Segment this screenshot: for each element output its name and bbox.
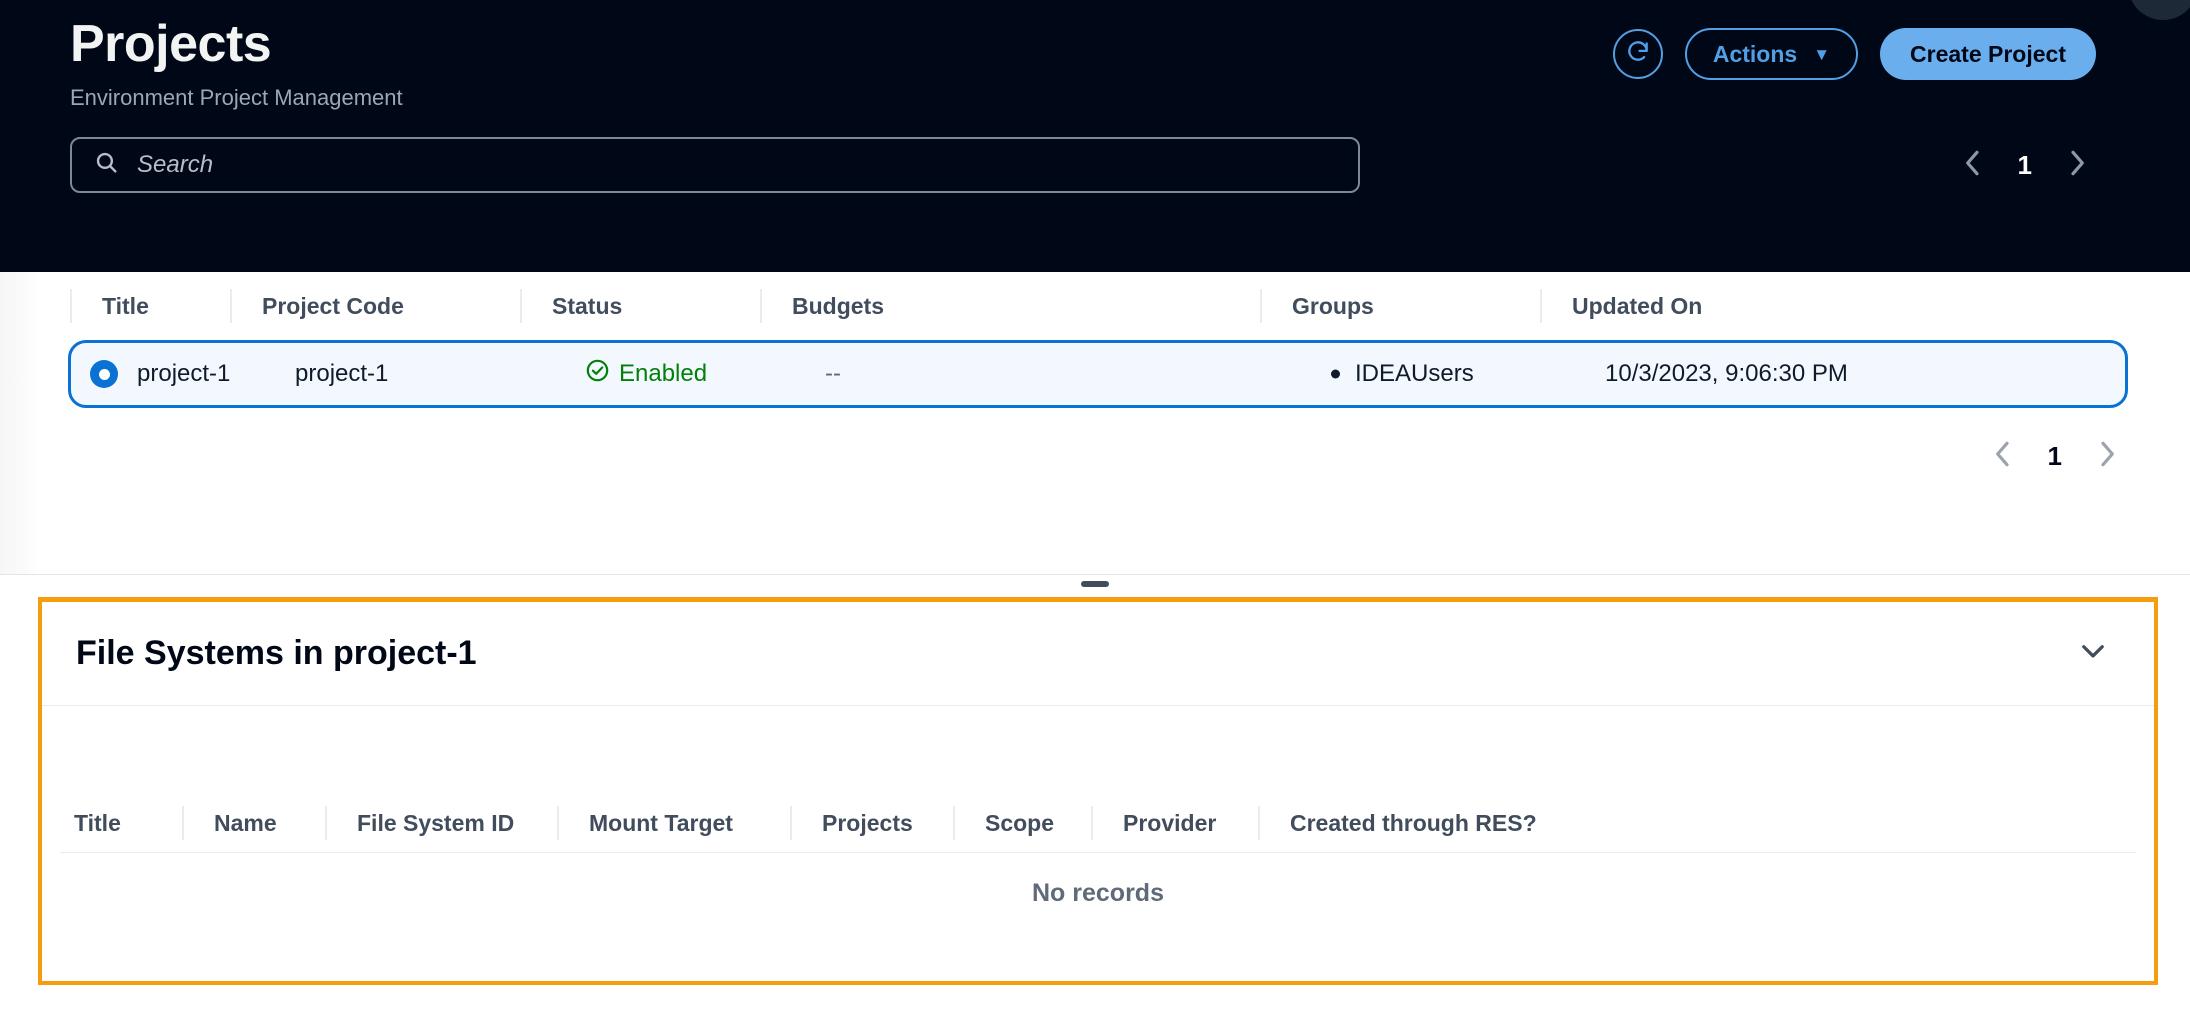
pagination-bottom: 1: [1988, 436, 2126, 476]
column-header-updated-on[interactable]: Updated On: [1540, 293, 1840, 320]
radio-selected-icon: [90, 360, 118, 388]
column-header-fs-projects[interactable]: Projects: [790, 810, 953, 837]
pagination-page-number-bottom[interactable]: 1: [2048, 441, 2062, 472]
search-box[interactable]: [70, 137, 1360, 194]
table-left-gutter: [0, 272, 38, 574]
pagination-page-number[interactable]: 1: [2018, 150, 2032, 181]
cell-project-code: project-1: [295, 360, 389, 387]
status-success-icon: [585, 358, 610, 390]
chevron-left-icon: [1962, 147, 1984, 184]
refresh-button[interactable]: [1612, 29, 1663, 79]
column-header-mount-target[interactable]: Mount Target: [557, 810, 790, 837]
cell-groups: IDEAUsers: [1325, 360, 1605, 388]
column-header-fs-name[interactable]: Name: [182, 810, 325, 837]
search-input[interactable]: [137, 151, 1336, 180]
pagination-prev-button[interactable]: [1958, 145, 1988, 185]
file-systems-panel-title: File Systems in project-1: [76, 634, 477, 672]
header-actions: Actions ▼ Create Project: [1612, 28, 2096, 80]
list-item: IDEAUsers: [1325, 360, 1474, 388]
cell-updated-on: 10/3/2023, 9:06:30 PM: [1605, 360, 1848, 387]
column-header-fs-title[interactable]: Title: [60, 810, 182, 837]
cell-status: Enabled: [585, 358, 825, 390]
chevron-down-icon: [2076, 634, 2110, 673]
chevron-down-icon: ▼: [1813, 44, 1831, 64]
column-header-status[interactable]: Status: [520, 293, 760, 320]
column-header-provider[interactable]: Provider: [1091, 810, 1258, 837]
column-header-budgets[interactable]: Budgets: [760, 293, 1260, 320]
budgets-value: --: [825, 360, 841, 387]
chevron-right-icon: [2096, 438, 2118, 475]
projects-table-header-row: Title Project Code Status Budgets Groups…: [0, 272, 2190, 340]
projects-table-container: Title Project Code Status Budgets Groups…: [0, 272, 2190, 575]
column-header-created-through-res[interactable]: Created through RES?: [1258, 810, 1618, 837]
pagination-next-button-bottom[interactable]: [2092, 436, 2122, 476]
column-header-file-system-id[interactable]: File System ID: [325, 810, 557, 837]
actions-label: Actions: [1712, 40, 1798, 67]
page-title: Projects: [70, 15, 272, 73]
panel-splitter[interactable]: [0, 575, 2190, 597]
title-block: Projects Environment Project Management: [70, 14, 403, 111]
file-systems-panel: File Systems in project-1 Title Name Fil…: [38, 597, 2158, 985]
create-project-label: Create Project: [1910, 40, 2066, 67]
table-row[interactable]: project-1 project-1 Enabled -- IDEAUsers…: [68, 340, 2128, 408]
status-badge: Enabled: [619, 360, 708, 387]
page-header: Projects Environment Project Management: [0, 0, 2190, 272]
page-subtitle: Environment Project Management: [70, 85, 403, 111]
column-header-scope[interactable]: Scope: [953, 810, 1091, 837]
chevron-right-icon: [2066, 147, 2088, 184]
file-systems-header-row: Title Name File System ID Mount Target P…: [42, 794, 2154, 852]
file-systems-panel-header: File Systems in project-1: [42, 602, 2154, 706]
column-header-groups[interactable]: Groups: [1260, 293, 1540, 320]
cell-title: project-1: [137, 360, 231, 387]
cell-budgets: --: [825, 360, 1325, 388]
groups-list: IDEAUsers: [1325, 360, 1474, 388]
collapse-panel-button[interactable]: [2070, 628, 2116, 679]
pagination-top: 1: [1958, 145, 2096, 185]
pagination-prev-button-bottom[interactable]: [1988, 436, 2018, 476]
create-project-button[interactable]: Create Project: [1880, 28, 2096, 80]
empty-state-message: No records: [1032, 879, 1164, 907]
column-header-project-code[interactable]: Project Code: [230, 293, 520, 320]
column-header-title[interactable]: Title: [70, 293, 230, 320]
row-select-radio[interactable]: [71, 360, 137, 388]
projects-page: Projects Environment Project Management: [0, 0, 2190, 1016]
refresh-icon: [1625, 39, 1651, 70]
actions-dropdown-button[interactable]: Actions ▼: [1684, 28, 1859, 80]
file-systems-table: Title Name File System ID Mount Target P…: [42, 706, 2154, 908]
splitter-drag-handle[interactable]: [1081, 581, 1109, 587]
pagination-next-button[interactable]: [2062, 145, 2092, 185]
chevron-left-icon: [1992, 438, 2014, 475]
search-icon: [94, 150, 119, 180]
